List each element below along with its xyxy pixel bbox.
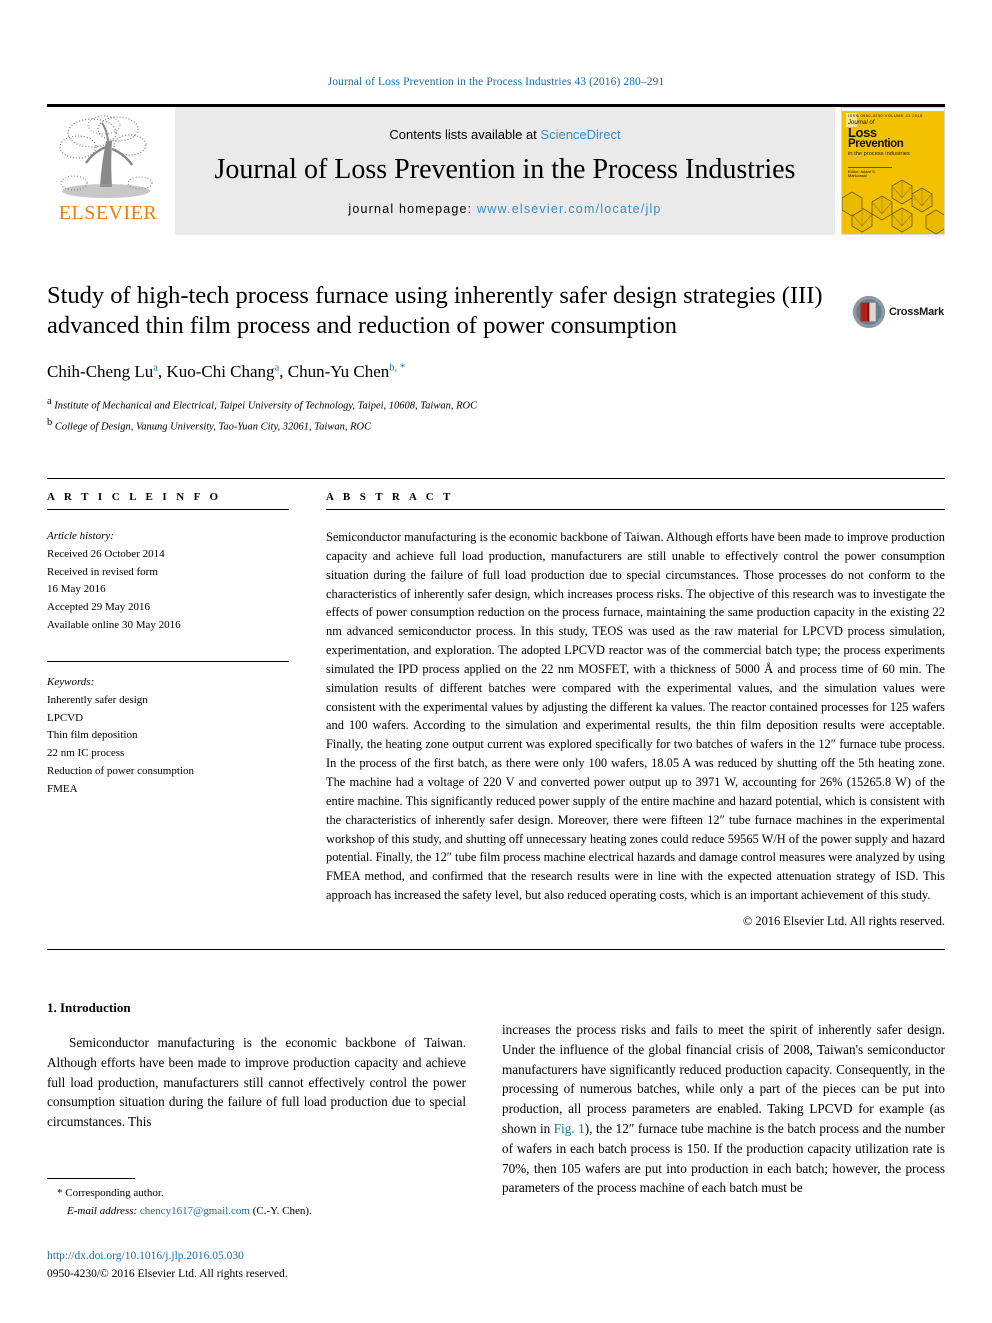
- affiliation-marker: b: [47, 416, 53, 428]
- affiliation-item: b College of Design, Vanung University, …: [47, 415, 837, 435]
- journal-band: Contents lists available at ScienceDirec…: [175, 107, 835, 235]
- sciencedirect-link[interactable]: ScienceDirect: [540, 127, 620, 142]
- corresponding-marker: *: [57, 1187, 63, 1199]
- cover-subtitle: in the process industries: [848, 150, 910, 157]
- abstract-copyright: © 2016 Elsevier Ltd. All rights reserved…: [742, 913, 945, 928]
- history-item: Received 26 October 2014: [47, 547, 165, 560]
- contents-prefix: Contents lists available at: [389, 126, 541, 142]
- affiliation-text: Institute of Mechanical and Electrical, …: [54, 400, 478, 412]
- author-affiliation-marker: a: [153, 362, 158, 374]
- section-heading-introduction: 1. Introduction: [47, 1000, 131, 1015]
- elsevier-wordmark: ELSEVIER: [58, 202, 158, 224]
- affiliation-item: a Institute of Mechanical and Electrical…: [47, 394, 837, 414]
- affiliation-marker: a: [47, 396, 52, 408]
- info-section-top-rule: [47, 478, 945, 479]
- crossmark-label: CrossMark: [888, 306, 944, 318]
- paper-page: Journal of Loss Prevention in the Proces…: [0, 0, 992, 1323]
- doi-link[interactable]: http://dx.doi.org/10.1016/j.jlp.2016.05.…: [47, 1247, 547, 1265]
- author-list: Chih-Cheng Lua, Kuo-Chi Changa, Chun-Yu …: [47, 362, 406, 382]
- article-info-rule: [47, 509, 289, 510]
- affiliation-list: a Institute of Mechanical and Electrical…: [47, 394, 837, 435]
- email-owner: (C.-Y. Chen).: [252, 1204, 312, 1217]
- info-section-bottom-rule: [47, 949, 945, 950]
- abstract-text: Semiconductor manufacturing is the econo…: [326, 530, 945, 903]
- keyword-item: LPCVD: [47, 711, 84, 724]
- journal-cover-thumbnail: ISSN 0950-4230 VOLUME 43 2016 Journal of…: [841, 107, 945, 235]
- abstract-column: A B S T R A C T Semiconductor manufactur…: [326, 491, 945, 929]
- corresponding-author-footnote: * Corresponding author. E-mail address: …: [47, 1178, 466, 1220]
- issn-copyright-line: 0950-4230/© 2016 Elsevier Ltd. All right…: [47, 1268, 288, 1281]
- body-paragraph: Semiconductor manufacturing is the econo…: [47, 1035, 466, 1130]
- journal-homepage-line: journal homepage: www.elsevier.com/locat…: [348, 202, 661, 216]
- figure-1-link[interactable]: Fig. 1: [554, 1121, 585, 1136]
- homepage-prefix: journal homepage:: [348, 201, 478, 216]
- body-text-part1: increases the process risks and fails to…: [502, 1022, 945, 1136]
- cover-issn-line: ISSN 0950-4230 VOLUME 43 2016: [848, 113, 923, 118]
- article-info-heading: A R T I C L E I N F O: [47, 491, 222, 503]
- history-item: Accepted 29 May 2016: [47, 601, 150, 614]
- keywords-block: Keywords: Inherently safer design LPCVD …: [47, 660, 289, 799]
- email-line: E-mail address: chency1617@gmail.com (C.…: [47, 1203, 466, 1221]
- author-affiliation-marker: a: [274, 362, 280, 374]
- email-link[interactable]: chency1617@gmail.com: [140, 1205, 250, 1217]
- keyword-item: Thin film deposition: [47, 729, 138, 742]
- body-column-left: 1. Introduction Semiconductor manufactur…: [47, 1000, 466, 1132]
- author-name: Chih-Cheng Lu: [47, 362, 154, 382]
- history-item: Received in revised form: [47, 565, 158, 578]
- elsevier-logo: ELSEVIER: [47, 107, 169, 235]
- history-item: Available online 30 May 2016: [47, 619, 181, 632]
- body-paragraph: increases the process risks and fails to…: [502, 1020, 945, 1198]
- keyword-item: FMEA: [47, 782, 78, 795]
- abstract-heading: A B S T R A C T: [326, 491, 454, 503]
- body-column-right: increases the process risks and fails to…: [502, 1020, 945, 1198]
- cover-hexagon-pattern-icon: [842, 179, 944, 234]
- crossmark-icon: [852, 295, 886, 329]
- keyword-item: Reduction of power consumption: [47, 764, 194, 777]
- keywords-label: Keywords:: [47, 675, 95, 688]
- crossmark-badge[interactable]: CrossMark: [852, 288, 944, 336]
- journal-title: Journal of Loss Prevention in the Proces…: [214, 153, 796, 185]
- author-name: Kuo-Chi Chang: [166, 362, 275, 382]
- keyword-item: Inherently safer design: [47, 693, 148, 706]
- history-item: 16 May 2016: [47, 583, 106, 596]
- article-info-column: A R T I C L E I N F O Article history: R…: [47, 491, 289, 799]
- running-head: Journal of Loss Prevention in the Proces…: [327, 76, 665, 88]
- author-name: Chun-Yu Chen: [287, 362, 390, 382]
- journal-masthead: ELSEVIER Contents lists available at Sci…: [47, 104, 945, 235]
- keyword-item: 22 nm IC process: [47, 747, 125, 760]
- affiliation-text: College of Design, Vanung University, Ta…: [54, 421, 372, 432]
- article-history-label: Article history:: [47, 530, 114, 542]
- page-title: Study of high-tech process furnace using…: [47, 282, 823, 340]
- footer-block: http://dx.doi.org/10.1016/j.jlp.2016.05.…: [47, 1247, 547, 1284]
- elsevier-tree-icon: [59, 115, 153, 198]
- article-title-block: Study of high-tech process furnace using…: [47, 281, 837, 435]
- corresponding-author-line: * Corresponding author.: [47, 1185, 466, 1203]
- cover-prevention: Prevention: [848, 138, 904, 151]
- corresponding-text: Corresponding author.: [65, 1187, 164, 1199]
- abstract-rule: [326, 509, 945, 510]
- email-label: E-mail address:: [67, 1204, 138, 1217]
- footnote-rule: [47, 1178, 135, 1179]
- journal-homepage-link[interactable]: www.elsevier.com/locate/jlp: [477, 202, 662, 216]
- article-history-block: Article history: Received 26 October 201…: [47, 528, 289, 635]
- contents-available-line: Contents lists available at ScienceDirec…: [389, 127, 620, 142]
- author-affiliation-marker: b, *: [389, 362, 406, 374]
- cover-top-strip: [842, 108, 944, 111]
